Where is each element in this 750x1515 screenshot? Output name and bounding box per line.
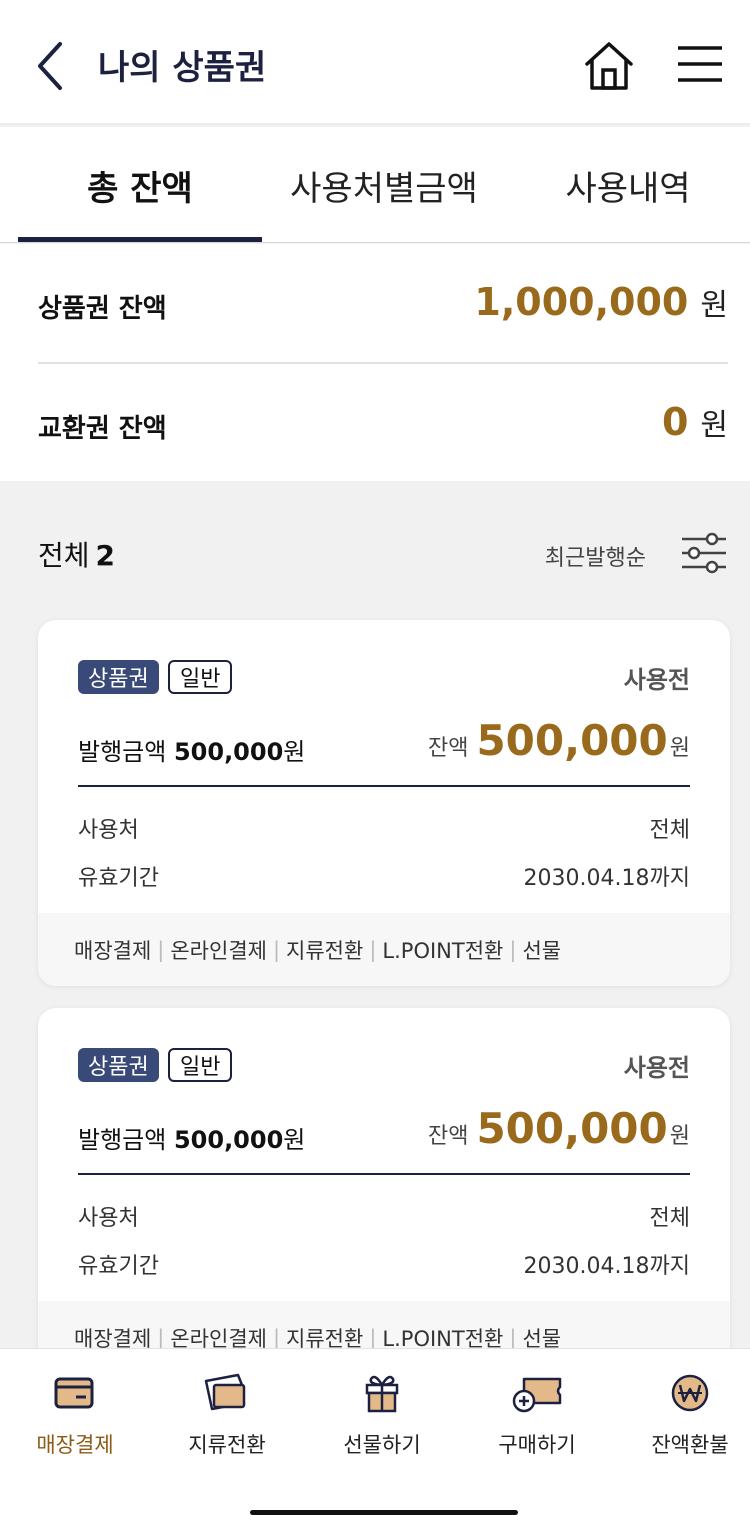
ticket-buy-icon	[512, 1377, 562, 1413]
won-refund-icon	[671, 1374, 709, 1412]
card-actions: 매장결제 | 온라인결제 | 지류전환 | L.POINT전환 | 선물	[38, 913, 730, 986]
action-separator: |	[157, 937, 165, 962]
page-title: 나의 상품권	[98, 48, 267, 88]
voucher-card[interactable]: 상품권 일반 사용전 발행금액 500,000원 잔액 500,000 원 사용…	[38, 620, 730, 986]
voucher-kind-badge: 일반	[168, 1048, 233, 1082]
expiry-label: 유효기간	[78, 866, 159, 891]
card-divider	[78, 1173, 690, 1175]
action-lpoint-convert[interactable]: L.POINT전환	[382, 935, 503, 965]
nav-label: 매장결제	[36, 1433, 114, 1457]
action-paper-convert[interactable]: 지류전환	[286, 935, 363, 965]
home-indicator	[250, 1510, 518, 1515]
sort-dropdown[interactable]: 최근발행순	[545, 540, 646, 572]
action-online-payment[interactable]: 온라인결제	[170, 935, 267, 965]
nav-gift[interactable]: 선물하기	[307, 1349, 457, 1479]
action-separator: |	[272, 1325, 281, 1350]
gift-balance-label: 상품권 잔액	[38, 294, 167, 324]
expiry-value: 2030.04.18까지	[523, 1254, 690, 1279]
home-button[interactable]	[582, 40, 636, 92]
issue-label: 발행금액	[78, 1126, 167, 1154]
card-payment-icon	[54, 1377, 94, 1409]
chevron-left-icon	[38, 42, 62, 90]
total-label: 전체	[38, 539, 90, 572]
issue-amount: 500,000	[173, 738, 284, 766]
voucher-status: 사용전	[623, 1054, 690, 1082]
issue-amount: 500,000	[173, 1126, 284, 1154]
action-gift[interactable]: 선물	[522, 935, 561, 965]
voucher-kind-badge: 일반	[168, 660, 233, 694]
issue-label: 발행금액	[78, 738, 167, 766]
remain-label: 잔액	[427, 736, 469, 761]
exchange-balance-amount: 0	[661, 400, 689, 444]
tab-bar: 총 잔액 사용처별금액 사용내역	[0, 127, 750, 243]
gift-balance-unit: 원	[700, 288, 728, 323]
active-tab-indicator	[18, 237, 262, 242]
nav-purchase[interactable]: 구매하기	[462, 1349, 612, 1479]
list-header: 전체 2 최근발행순	[38, 528, 728, 578]
action-separator: |	[157, 1325, 165, 1350]
voucher-card[interactable]: 상품권 일반 사용전 발행금액 500,000원 잔액 500,000 원 사용…	[38, 1008, 730, 1374]
action-separator: |	[272, 937, 281, 962]
remain-label: 잔액	[427, 1124, 469, 1149]
app-header: 나의 상품권	[0, 0, 750, 125]
home-icon	[585, 42, 633, 90]
voucher-type-badge: 상품권	[78, 1048, 159, 1082]
total-count: 2	[95, 539, 116, 572]
place-label: 사용처	[78, 818, 139, 843]
nav-refund[interactable]: 잔액환불	[615, 1349, 750, 1479]
issue-unit: 원	[283, 738, 306, 766]
nav-store-payment[interactable]: 매장결제	[0, 1349, 150, 1479]
ticket-convert-icon	[204, 1373, 246, 1411]
filter-sliders-icon	[682, 532, 726, 574]
place-label: 사용처	[78, 1206, 139, 1231]
bottom-nav: 매장결제 지류전환 선물하기 구매하기 잔액환불	[0, 1348, 750, 1515]
back-button[interactable]	[32, 40, 72, 92]
filter-button[interactable]	[680, 532, 728, 574]
gift-icon	[365, 1375, 399, 1413]
issue-unit: 원	[283, 1126, 306, 1154]
menu-button[interactable]	[676, 44, 724, 84]
tab-total-balance[interactable]: 총 잔액	[18, 127, 262, 243]
action-separator: |	[509, 937, 517, 962]
nav-label: 잔액환불	[651, 1433, 729, 1457]
expiry-label: 유효기간	[78, 1254, 159, 1279]
gift-balance-amount: 1,000,000	[474, 280, 689, 324]
remain-amount: 500,000	[476, 716, 668, 765]
expiry-value: 2030.04.18까지	[523, 866, 690, 891]
voucher-status: 사용전	[623, 666, 690, 694]
action-store-payment[interactable]: 매장결제	[74, 935, 151, 965]
voucher-type-badge: 상품권	[78, 660, 159, 694]
exchange-balance-label: 교환권 잔액	[38, 414, 167, 444]
exchange-balance-unit: 원	[700, 408, 728, 443]
remain-unit: 원	[669, 1124, 690, 1149]
action-separator: |	[369, 937, 377, 962]
card-divider	[78, 785, 690, 787]
place-value: 전체	[649, 1206, 690, 1231]
remain-unit: 원	[669, 736, 690, 761]
action-separator: |	[509, 1325, 517, 1350]
gift-balance-row: 상품권 잔액 1,000,000 원	[38, 244, 728, 362]
remain-amount: 500,000	[476, 1104, 668, 1153]
tab-history[interactable]: 사용내역	[506, 127, 750, 243]
action-separator: |	[369, 1325, 377, 1350]
nav-paper-convert[interactable]: 지류전환	[152, 1349, 302, 1479]
balance-summary: 상품권 잔액 1,000,000 원 교환권 잔액 0 원	[0, 244, 750, 481]
exchange-balance-row: 교환권 잔액 0 원	[38, 364, 728, 482]
place-value: 전체	[649, 818, 690, 843]
nav-label: 지류전환	[188, 1433, 266, 1457]
nav-label: 구매하기	[498, 1433, 576, 1457]
nav-label: 선물하기	[343, 1433, 421, 1457]
tab-by-place[interactable]: 사용처별금액	[262, 127, 506, 243]
hamburger-menu-icon	[678, 46, 722, 82]
